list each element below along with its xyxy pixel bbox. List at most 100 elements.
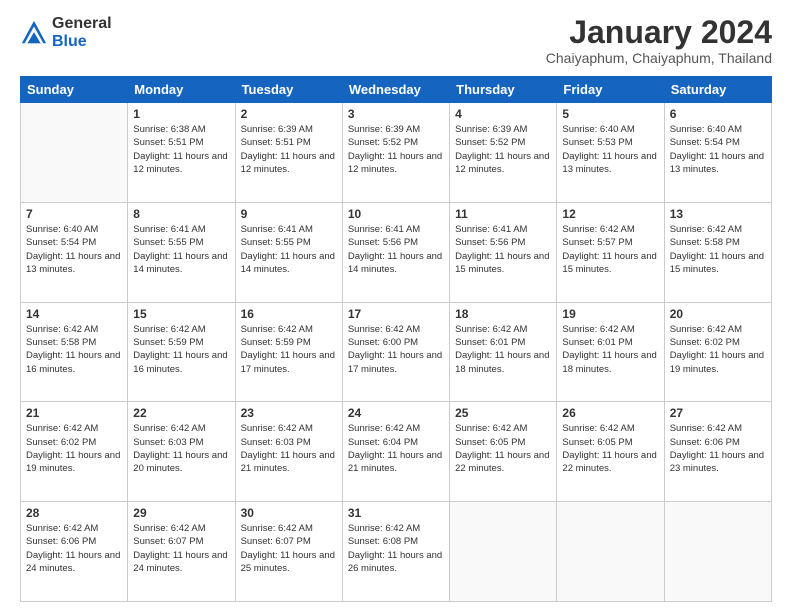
- day-number: 23: [241, 406, 337, 420]
- day-cell: 26 Sunrise: 6:42 AMSunset: 6:05 PMDayligh…: [557, 402, 664, 502]
- day-info: Sunrise: 6:42 AMSunset: 6:04 PMDaylight:…: [348, 422, 444, 475]
- logo: General Blue: [20, 15, 112, 50]
- day-cell: 8Sunrise: 6:41 AMSunset: 5:55 PMDaylight…: [128, 202, 235, 302]
- day-number: 21: [26, 406, 122, 420]
- weekday-header-monday: Monday: [128, 77, 235, 103]
- day-info: Sunrise: 6:42 AMSunset: 5:59 PMDaylight:…: [133, 323, 229, 376]
- weekday-header-row: SundayMondayTuesdayWednesdayThursdayFrid…: [21, 77, 772, 103]
- day-cell: 12 Sunrise: 6:42 AMSunset: 5:57 PMDayligh…: [557, 202, 664, 302]
- week-row-0: 1 Sunrise: 6:38 AMSunset: 5:51 PMDaylight…: [21, 103, 772, 203]
- day-info: Sunrise: 6:42 AMSunset: 6:01 PMDaylight:…: [562, 323, 658, 376]
- day-number: 17: [348, 307, 444, 321]
- day-info: Sunrise: 6:42 AMSunset: 6:06 PMDaylight:…: [670, 422, 766, 475]
- day-number: 19: [562, 307, 658, 321]
- day-info: Sunrise: 6:42 AMSunset: 5:59 PMDaylight:…: [241, 323, 337, 376]
- weekday-header-thursday: Thursday: [450, 77, 557, 103]
- day-cell: 15 Sunrise: 6:42 AMSunset: 5:59 PMDayligh…: [128, 302, 235, 402]
- day-info: Sunrise: 6:42 AMSunset: 6:02 PMDaylight:…: [26, 422, 122, 475]
- day-number: 12: [562, 207, 658, 221]
- day-number: 10: [348, 207, 444, 221]
- day-cell: 7 Sunrise: 6:40 AMSunset: 5:54 PMDaylight…: [21, 202, 128, 302]
- day-info: Sunrise: 6:38 AMSunset: 5:51 PMDaylight:…: [133, 123, 229, 176]
- logo-icon: [20, 19, 48, 47]
- day-info: Sunrise: 6:41 AMSunset: 5:56 PMDaylight:…: [455, 223, 551, 276]
- title-block: January 2024 Chaiyaphum, Chaiyaphum, Tha…: [546, 15, 772, 66]
- day-cell: 1 Sunrise: 6:38 AMSunset: 5:51 PMDaylight…: [128, 103, 235, 203]
- day-number: 3: [348, 107, 444, 121]
- day-number: 28: [26, 506, 122, 520]
- day-info: Sunrise: 6:39 AMSunset: 5:51 PMDaylight:…: [241, 123, 337, 176]
- week-row-1: 7 Sunrise: 6:40 AMSunset: 5:54 PMDaylight…: [21, 202, 772, 302]
- day-number: 9: [241, 207, 337, 221]
- day-number: 31: [348, 506, 444, 520]
- logo-text: General Blue: [52, 15, 112, 50]
- day-cell: 5Sunrise: 6:40 AMSunset: 5:53 PMDaylight…: [557, 103, 664, 203]
- day-cell: 23 Sunrise: 6:42 AMSunset: 6:03 PMDayligh…: [235, 402, 342, 502]
- weekday-header-friday: Friday: [557, 77, 664, 103]
- page: General Blue January 2024 Chaiyaphum, Ch…: [0, 0, 792, 612]
- day-info: Sunrise: 6:42 AMSunset: 6:01 PMDaylight:…: [455, 323, 551, 376]
- day-cell: 27 Sunrise: 6:42 AMSunset: 6:06 PMDayligh…: [664, 402, 771, 502]
- day-cell: [557, 502, 664, 602]
- day-number: 20: [670, 307, 766, 321]
- day-number: 5: [562, 107, 658, 121]
- day-cell: 30 Sunrise: 6:42 AMSunset: 6:07 PMDayligh…: [235, 502, 342, 602]
- week-row-4: 28 Sunrise: 6:42 AMSunset: 6:06 PMDayligh…: [21, 502, 772, 602]
- day-info: Sunrise: 6:42 AMSunset: 5:58 PMDaylight:…: [26, 323, 122, 376]
- day-number: 4: [455, 107, 551, 121]
- day-number: 25: [455, 406, 551, 420]
- day-info: Sunrise: 6:42 AMSunset: 6:06 PMDaylight:…: [26, 522, 122, 575]
- day-info: Sunrise: 6:41 AMSunset: 5:55 PMDaylight:…: [241, 223, 337, 276]
- day-info: Sunrise: 6:40 AMSunset: 5:54 PMDaylight:…: [26, 223, 122, 276]
- day-cell: 31 Sunrise: 6:42 AMSunset: 6:08 PMDayligh…: [342, 502, 449, 602]
- day-cell: 13Sunrise: 6:42 AMSunset: 5:58 PMDayligh…: [664, 202, 771, 302]
- day-info: Sunrise: 6:41 AMSunset: 5:56 PMDaylight:…: [348, 223, 444, 276]
- day-cell: 24Sunrise: 6:42 AMSunset: 6:04 PMDayligh…: [342, 402, 449, 502]
- week-row-3: 21 Sunrise: 6:42 AMSunset: 6:02 PMDayligh…: [21, 402, 772, 502]
- day-cell: 21 Sunrise: 6:42 AMSunset: 6:02 PMDayligh…: [21, 402, 128, 502]
- day-info: Sunrise: 6:42 AMSunset: 6:07 PMDaylight:…: [241, 522, 337, 575]
- day-number: 30: [241, 506, 337, 520]
- day-cell: 28 Sunrise: 6:42 AMSunset: 6:06 PMDayligh…: [21, 502, 128, 602]
- day-info: Sunrise: 6:42 AMSunset: 6:08 PMDaylight:…: [348, 522, 444, 575]
- logo-blue-text: Blue: [52, 33, 112, 51]
- day-number: 2: [241, 107, 337, 121]
- day-number: 26: [562, 406, 658, 420]
- weekday-header-saturday: Saturday: [664, 77, 771, 103]
- day-number: 14: [26, 307, 122, 321]
- day-cell: 19 Sunrise: 6:42 AMSunset: 6:01 PMDayligh…: [557, 302, 664, 402]
- day-info: Sunrise: 6:42 AMSunset: 6:03 PMDaylight:…: [241, 422, 337, 475]
- day-cell: [664, 502, 771, 602]
- day-cell: 29Sunrise: 6:42 AMSunset: 6:07 PMDayligh…: [128, 502, 235, 602]
- week-row-2: 14 Sunrise: 6:42 AMSunset: 5:58 PMDayligh…: [21, 302, 772, 402]
- weekday-header-sunday: Sunday: [21, 77, 128, 103]
- day-cell: 17Sunrise: 6:42 AMSunset: 6:00 PMDayligh…: [342, 302, 449, 402]
- day-info: Sunrise: 6:42 AMSunset: 6:03 PMDaylight:…: [133, 422, 229, 475]
- month-title: January 2024: [546, 15, 772, 50]
- calendar-table: SundayMondayTuesdayWednesdayThursdayFrid…: [20, 76, 772, 602]
- day-info: Sunrise: 6:40 AMSunset: 5:54 PMDaylight:…: [670, 123, 766, 176]
- day-number: 29: [133, 506, 229, 520]
- day-cell: [21, 103, 128, 203]
- day-number: 16: [241, 307, 337, 321]
- day-number: 15: [133, 307, 229, 321]
- day-info: Sunrise: 6:42 AMSunset: 6:02 PMDaylight:…: [670, 323, 766, 376]
- day-cell: 16 Sunrise: 6:42 AMSunset: 5:59 PMDayligh…: [235, 302, 342, 402]
- day-number: 7: [26, 207, 122, 221]
- day-cell: 18 Sunrise: 6:42 AMSunset: 6:01 PMDayligh…: [450, 302, 557, 402]
- weekday-header-tuesday: Tuesday: [235, 77, 342, 103]
- day-number: 1: [133, 107, 229, 121]
- location: Chaiyaphum, Chaiyaphum, Thailand: [546, 50, 772, 66]
- day-cell: 2 Sunrise: 6:39 AMSunset: 5:51 PMDaylight…: [235, 103, 342, 203]
- day-cell: 10 Sunrise: 6:41 AMSunset: 5:56 PMDayligh…: [342, 202, 449, 302]
- day-cell: 11Sunrise: 6:41 AMSunset: 5:56 PMDayligh…: [450, 202, 557, 302]
- day-cell: 25Sunrise: 6:42 AMSunset: 6:05 PMDayligh…: [450, 402, 557, 502]
- day-number: 18: [455, 307, 551, 321]
- day-cell: [450, 502, 557, 602]
- day-number: 27: [670, 406, 766, 420]
- day-number: 13: [670, 207, 766, 221]
- day-info: Sunrise: 6:42 AMSunset: 5:57 PMDaylight:…: [562, 223, 658, 276]
- day-cell: 22Sunrise: 6:42 AMSunset: 6:03 PMDayligh…: [128, 402, 235, 502]
- day-info: Sunrise: 6:42 AMSunset: 6:05 PMDaylight:…: [562, 422, 658, 475]
- day-cell: 20 Sunrise: 6:42 AMSunset: 6:02 PMDayligh…: [664, 302, 771, 402]
